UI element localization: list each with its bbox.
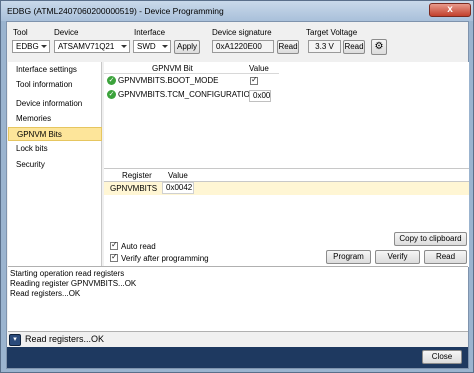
tool-select[interactable]: EDBG	[12, 40, 50, 53]
read-signature-button[interactable]: Read	[277, 40, 299, 54]
tcm-configuration-value[interactable]: 0x00	[249, 90, 271, 102]
interface-select[interactable]: SWD	[133, 40, 171, 53]
sidebar-item-gpnvm-bits[interactable]: GPNVM Bits	[8, 127, 102, 141]
gpnvm-header-divider	[104, 73, 279, 74]
gpnvm-row-name: GPNVMBITS.TCM_CONFIGURATION	[118, 90, 256, 99]
signature-label: Device signature	[212, 28, 272, 37]
gear-icon: ⚙	[374, 41, 384, 52]
interface-label: Interface	[134, 28, 166, 37]
log-line: Reading register GPNVMBITS...OK	[10, 279, 137, 288]
tool-select-value: EDBG	[16, 42, 39, 51]
chevron-down-icon	[121, 45, 127, 48]
register-table-header: Register Value	[104, 168, 469, 182]
read-voltage-button[interactable]: Read	[343, 40, 365, 54]
dialog-client: Tool Device Interface Device signature T…	[6, 21, 469, 369]
chevron-down-icon	[162, 45, 168, 48]
verify-button[interactable]: Verify	[375, 250, 420, 264]
success-icon: ✓	[107, 90, 116, 99]
window-close-button[interactable]: x	[429, 3, 471, 17]
interface-select-value: SWD	[137, 42, 156, 51]
voltage-label: Target Voltage	[306, 28, 358, 37]
success-icon: ✓	[107, 76, 116, 85]
program-button[interactable]: Program	[326, 250, 371, 264]
window-title: EDBG (ATML2407060200000519) - Device Pro…	[7, 6, 224, 16]
log-line: Starting operation read registers	[10, 269, 125, 278]
output-log[interactable]: Starting operation read registers Readin…	[8, 266, 468, 332]
device-select-value: ATSAMV71Q21	[58, 42, 115, 51]
register-value-field[interactable]: 0x0042	[162, 182, 194, 194]
auto-read-label: Auto read	[121, 242, 156, 251]
register-name: GPNVMBITS	[110, 184, 158, 193]
sidebar-item-lock-bits[interactable]: Lock bits	[8, 142, 102, 156]
gpnvm-bit-header: GPNVM Bit	[152, 64, 193, 73]
sidebar-item-tool-information[interactable]: Tool information	[8, 78, 102, 92]
footer-bar: Close	[7, 347, 468, 368]
auto-read-checkbox[interactable]	[110, 240, 118, 250]
sidebar-item-security[interactable]: Security	[8, 158, 102, 172]
log-line: Read registers...OK	[10, 289, 81, 298]
tool-label: Tool	[13, 28, 28, 37]
signature-field: 0xA1220E00	[212, 40, 274, 53]
copy-to-clipboard-button[interactable]: Copy to clipboard	[394, 232, 467, 246]
settings-button[interactable]: ⚙	[371, 39, 387, 55]
status-bar: ▾ Read registers...OK	[7, 332, 468, 347]
apply-button[interactable]: Apply	[174, 40, 200, 54]
device-label: Device	[54, 28, 79, 37]
read-button[interactable]: Read	[424, 250, 467, 264]
register-value-column-header: Value	[168, 171, 188, 180]
gpnvm-panel: GPNVM Bit Value ✓ GPNVMBITS.BOOT_MODE ✓ …	[104, 62, 469, 267]
close-button[interactable]: Close	[422, 350, 462, 364]
chevron-down-icon	[41, 45, 47, 48]
voltage-field: 3.3 V	[308, 40, 341, 53]
device-programming-window: EDBG (ATML2407060200000519) - Device Pro…	[0, 0, 474, 373]
status-text: Read registers...OK	[25, 334, 105, 344]
gpnvm-row-name: GPNVMBITS.BOOT_MODE	[118, 76, 219, 85]
boot-mode-checkbox[interactable]	[250, 75, 258, 85]
verify-after-programming-checkbox[interactable]	[110, 252, 118, 262]
verify-after-programming-label: Verify after programming	[121, 254, 209, 263]
title-bar[interactable]: EDBG (ATML2407060200000519) - Device Pro…	[1, 1, 473, 21]
sidebar-item-memories[interactable]: Memories	[8, 112, 102, 126]
sidebar-item-interface-settings[interactable]: Interface settings	[8, 63, 102, 77]
register-column-header: Register	[122, 171, 152, 180]
sidebar: Interface settings Tool information Devi…	[8, 62, 102, 267]
gpnvm-value-header: Value	[249, 64, 269, 73]
sidebar-item-device-information[interactable]: Device information	[8, 97, 102, 111]
device-select[interactable]: ATSAMV71Q21	[54, 40, 130, 53]
expand-log-toggle[interactable]: ▾	[9, 334, 21, 346]
table-row[interactable]: GPNVMBITS 0x0042	[104, 182, 469, 195]
